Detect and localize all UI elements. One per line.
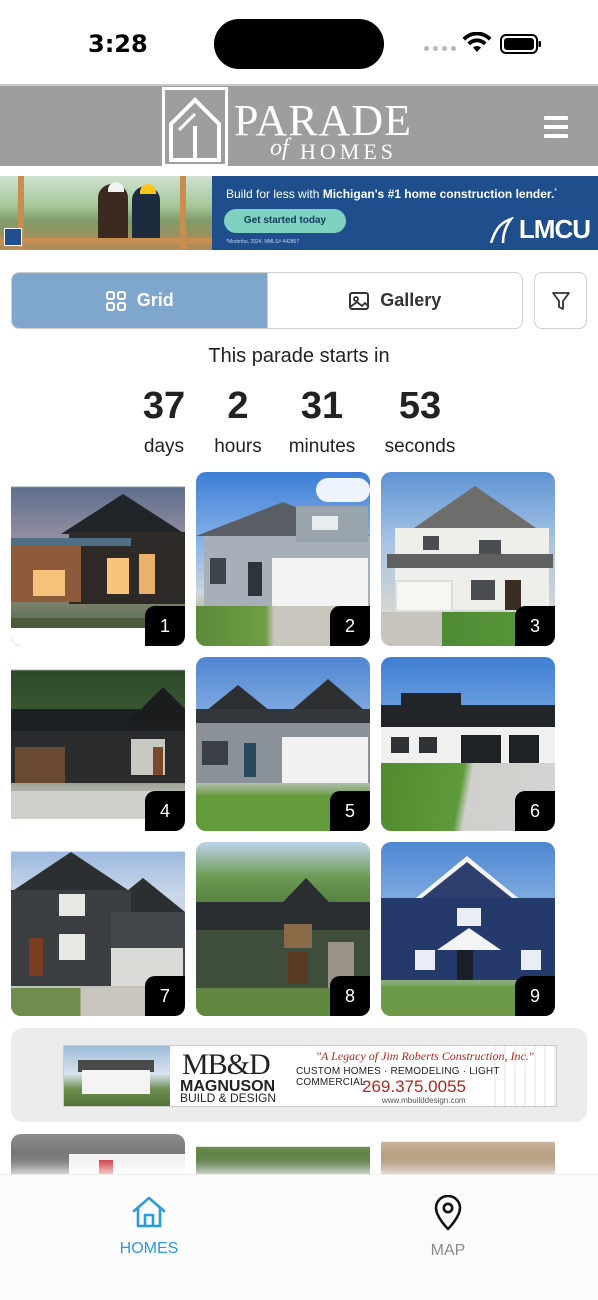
filter-button[interactable] bbox=[534, 272, 587, 329]
tab-map[interactable]: MAP bbox=[388, 1194, 508, 1260]
sponsor-url: www.mbuilddesign.com bbox=[382, 1096, 466, 1105]
gallery-view-button[interactable]: Gallery bbox=[266, 273, 522, 328]
sponsor-ad[interactable]: MB&D MAGNUSON BUILD & DESIGN "A Legacy o… bbox=[11, 1028, 587, 1122]
tab-homes-label: HOMES bbox=[119, 1240, 179, 1257]
countdown-days-value: 37 bbox=[142, 385, 186, 427]
countdown-minutes-label: minutes bbox=[288, 436, 356, 457]
home-number-badge: 5 bbox=[330, 791, 370, 831]
tab-homes[interactable]: HOMES bbox=[89, 1195, 209, 1258]
home-tile-2[interactable]: 2 bbox=[196, 472, 370, 646]
lmcu-sail-icon bbox=[489, 216, 514, 243]
logo-homes-text: HOMES bbox=[300, 139, 398, 164]
app-header: PARADE of HOMES bbox=[0, 84, 598, 168]
grid-view-label: Grid bbox=[136, 290, 174, 310]
countdown-timer: 37 days 2 hours 31 minutes 53 seconds bbox=[0, 384, 598, 464]
menu-icon[interactable] bbox=[544, 116, 568, 138]
home-tile-partial[interactable] bbox=[11, 1134, 185, 1176]
logo-wordmark: PARADE of HOMES bbox=[234, 87, 444, 167]
home-number-badge: 1 bbox=[145, 606, 185, 646]
home-icon bbox=[132, 1196, 166, 1228]
home-number-badge: 6 bbox=[515, 791, 555, 831]
home-tile-4[interactable]: 4 bbox=[11, 657, 185, 831]
sponsor-phone: 269.375.0055 bbox=[362, 1077, 466, 1096]
home-number-badge: 8 bbox=[330, 976, 370, 1016]
countdown-title: This parade starts in bbox=[208, 345, 390, 367]
grid-view-button[interactable]: Grid bbox=[12, 273, 267, 328]
countdown-hours: 2 hours bbox=[206, 384, 270, 458]
countdown-seconds-label: seconds bbox=[384, 436, 456, 457]
sponsor-ad-banner[interactable]: MB&D MAGNUSON BUILD & DESIGN "A Legacy o… bbox=[63, 1045, 557, 1107]
filter-icon bbox=[551, 291, 570, 310]
status-bar: 3:28 bbox=[0, 0, 598, 84]
top-ad-banner[interactable]: Build for less with Michigan's #1 home c… bbox=[0, 176, 598, 250]
home-tile-5[interactable]: 5 bbox=[196, 657, 370, 831]
home-number-badge: 2 bbox=[330, 606, 370, 646]
logo-of-text: of bbox=[270, 135, 289, 161]
sponsor-house-photo bbox=[64, 1046, 170, 1106]
gallery-view-label: Gallery bbox=[380, 290, 442, 310]
wifi-icon bbox=[462, 32, 492, 52]
ad-cta-button[interactable]: Get started today bbox=[224, 209, 346, 233]
grid-icon bbox=[105, 290, 126, 311]
home-tile-1[interactable]: 1 bbox=[11, 472, 185, 646]
sponsor-subname: BUILD & DESIGN bbox=[180, 1091, 277, 1105]
countdown-hours-label: hours bbox=[214, 436, 262, 457]
logo-house-icon bbox=[162, 87, 228, 167]
countdown-hours-value: 2 bbox=[227, 385, 249, 427]
countdown-days: 37 days bbox=[128, 384, 200, 458]
ad-headline: Build for less with Michigan's #1 home c… bbox=[226, 187, 558, 201]
home-tile-9[interactable]: 9 bbox=[381, 842, 555, 1016]
ad-photo-construction-workers bbox=[0, 176, 212, 250]
map-pin-icon bbox=[434, 1194, 462, 1231]
home-tile-8[interactable]: 8 bbox=[196, 842, 370, 1016]
home-tile-6[interactable]: 6 bbox=[381, 657, 555, 831]
parade-of-homes-logo[interactable]: PARADE of HOMES bbox=[162, 86, 444, 168]
home-tile-partial[interactable] bbox=[381, 1134, 555, 1176]
signal-icon bbox=[424, 46, 456, 51]
countdown-seconds-value: 53 bbox=[398, 385, 442, 427]
home-tile-7[interactable]: 7 bbox=[11, 842, 185, 1016]
bottom-tab-bar: HOMES MAP bbox=[0, 1174, 598, 1300]
home-number-badge: 7 bbox=[145, 976, 185, 1016]
home-grid-next-row bbox=[11, 1134, 555, 1176]
home-number-badge: 4 bbox=[145, 791, 185, 831]
ad-brand-logo: LMCU bbox=[489, 214, 591, 245]
view-toggle: Grid Gallery bbox=[11, 272, 523, 329]
status-time: 3:28 bbox=[88, 30, 148, 58]
home-number-badge: 9 bbox=[515, 976, 555, 1016]
battery-icon bbox=[500, 34, 541, 54]
ad-fine-print: *Moderbu, 2024, NMLS# 442867 bbox=[226, 239, 300, 245]
equal-housing-icon bbox=[4, 228, 22, 246]
countdown-days-label: days bbox=[143, 436, 185, 457]
home-tile-partial[interactable] bbox=[196, 1134, 370, 1176]
home-number-badge: 3 bbox=[515, 606, 555, 646]
sponsor-legacy-text: "A Legacy of Jim Roberts Construction, I… bbox=[316, 1049, 534, 1063]
image-icon bbox=[349, 291, 370, 310]
countdown-seconds: 53 seconds bbox=[380, 384, 460, 458]
countdown-minutes: 31 minutes bbox=[282, 384, 362, 458]
dynamic-island bbox=[214, 19, 384, 69]
countdown-minutes-value: 31 bbox=[300, 385, 344, 427]
home-tile-3[interactable]: 3 bbox=[381, 472, 555, 646]
tab-map-label: MAP bbox=[430, 1242, 466, 1259]
sponsor-logo: MB&D bbox=[182, 1048, 271, 1081]
